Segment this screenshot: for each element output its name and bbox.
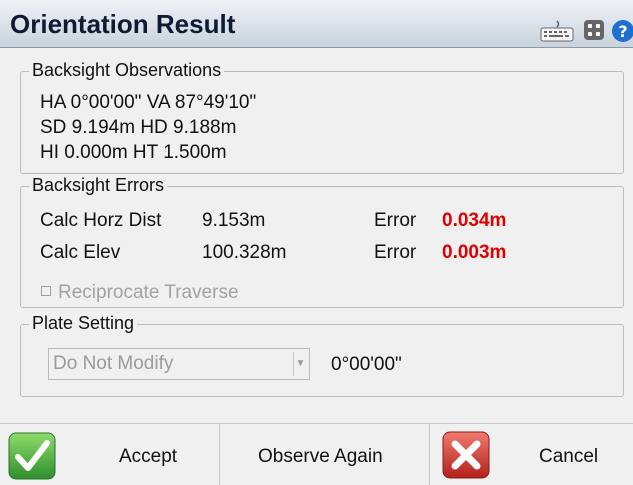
horz-dist-error-label: Error	[374, 210, 417, 231]
cancel-button[interactable]: Cancel	[430, 424, 633, 485]
chevron-down-icon[interactable]: ▼	[293, 352, 307, 376]
plate-setting-label: Plate Setting	[29, 313, 138, 334]
calc-elev-label: Calc Elev	[40, 242, 121, 263]
checkmark-icon	[8, 432, 56, 485]
observation-line-angles: HA 0°00'00" VA 87°49'10"	[40, 92, 257, 113]
plate-setting-group: Plate Setting Do Not Modify ▼ 0°00'00"	[20, 313, 624, 397]
backsight-observations-label: Backsight Observations	[29, 60, 225, 81]
checkbox-box[interactable]	[41, 286, 51, 296]
elev-error-value: 0.003m	[442, 242, 507, 263]
observation-line-heights: HI 0.000m HT 1.500m	[40, 142, 227, 163]
backsight-errors-label: Backsight Errors	[29, 175, 168, 196]
horz-dist-error-value: 0.034m	[442, 210, 507, 231]
observe-again-button-label: Observe Again	[258, 446, 383, 467]
observe-again-button[interactable]: Observe Again	[220, 424, 429, 485]
calc-horz-dist-label: Calc Horz Dist	[40, 210, 162, 231]
calc-elev-value: 100.328m	[202, 242, 287, 263]
plate-setting-select[interactable]: Do Not Modify ▼	[48, 348, 310, 380]
keyboard-icon[interactable]	[540, 20, 574, 47]
svg-text:?: ?	[618, 22, 627, 41]
backsight-observations-group: Backsight Observations HA 0°00'00" VA 87…	[20, 60, 624, 174]
reciprocate-traverse-checkbox[interactable]: Reciprocate Traverse	[41, 282, 239, 304]
calc-horz-dist-value: 9.153m	[202, 210, 266, 231]
plate-setting-value: 0°00'00"	[331, 354, 402, 375]
calculator-icon[interactable]	[583, 19, 605, 46]
plate-setting-selected: Do Not Modify	[53, 353, 174, 374]
observation-line-distances: SD 9.194m HD 9.188m	[40, 117, 237, 138]
window-title: Orientation Result	[10, 9, 236, 39]
accept-button-label: Accept	[119, 446, 178, 467]
accept-button[interactable]: Accept	[0, 424, 219, 485]
elev-error-label: Error	[374, 242, 417, 263]
reciprocate-traverse-label: Reciprocate Traverse	[58, 282, 239, 303]
backsight-errors-group: Backsight Errors Calc Horz Dist 9.153m E…	[20, 175, 624, 308]
close-icon	[442, 431, 490, 484]
title-bar: Orientation Result ?	[0, 0, 633, 48]
button-bar: Accept Observe Again Cancel	[0, 423, 633, 485]
cancel-button-label: Cancel	[539, 446, 599, 467]
help-icon[interactable]: ?	[612, 19, 633, 48]
